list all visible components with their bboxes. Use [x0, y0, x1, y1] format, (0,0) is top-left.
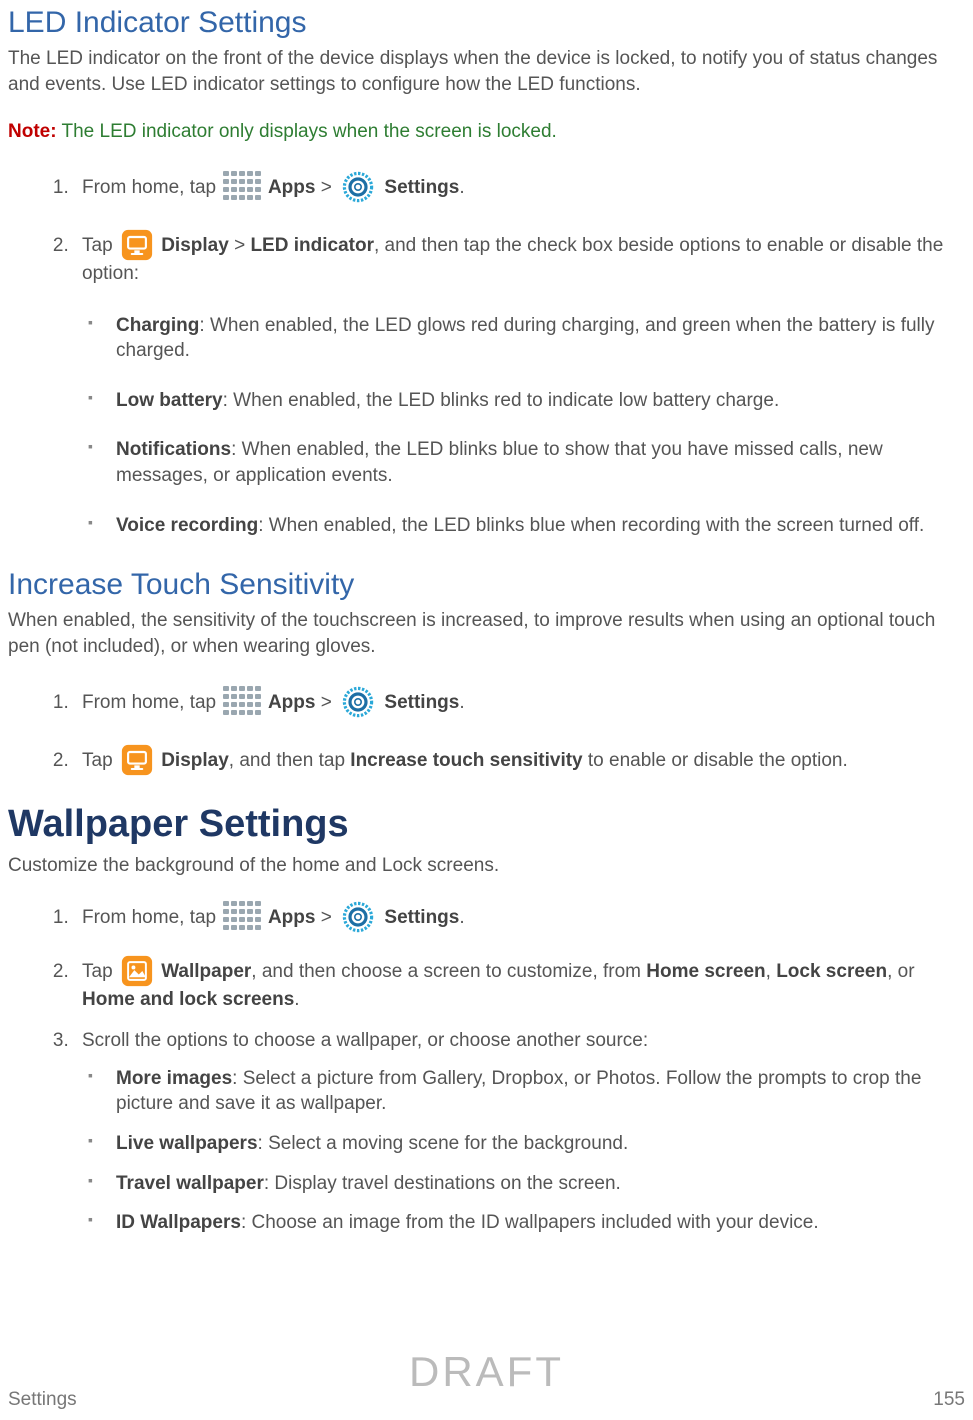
- option-label: Voice recording: [116, 515, 258, 536]
- wallpaper-label: Wallpaper: [156, 961, 251, 982]
- footer-page-number: 155: [933, 1387, 965, 1414]
- list-item: Tap Display > LED indicator, and then ta…: [74, 229, 965, 538]
- text: .: [459, 907, 464, 928]
- heading-wallpaper-settings: Wallpaper Settings: [8, 798, 965, 851]
- list-item: From home, tap Apps > Settings.: [74, 686, 965, 718]
- option-label: Notifications: [116, 439, 231, 460]
- option-desc: : When enabled, the LED glows red during…: [116, 315, 935, 362]
- wallpaper-icon: [120, 955, 154, 987]
- list-item: Tap Wallpaper, and then choose a screen …: [74, 955, 965, 1013]
- option-desc: : When enabled, the LED blinks red to in…: [223, 390, 780, 411]
- text: to enable or disable the option.: [583, 750, 848, 771]
- text: Tap: [82, 750, 118, 771]
- text: .: [294, 989, 299, 1010]
- option-desc: : Select a moving scene for the backgrou…: [258, 1133, 629, 1154]
- text: From home, tap: [82, 177, 221, 198]
- option-label: More images: [116, 1068, 232, 1089]
- home-and-lock-label: Home and lock screens: [82, 989, 294, 1010]
- text: Tap: [82, 235, 118, 256]
- option-desc: : Select a picture from Gallery, Dropbox…: [116, 1068, 921, 1115]
- ordered-list: From home, tap Apps > Settings. Tap Disp…: [54, 171, 965, 538]
- settings-label: Settings: [379, 692, 459, 713]
- list-item: Travel wallpaper: Display travel destina…: [82, 1171, 965, 1197]
- option-label: Live wallpapers: [116, 1133, 258, 1154]
- home-screen-label: Home screen: [646, 961, 765, 982]
- text: ,: [766, 961, 777, 982]
- footer-section-name: Settings: [8, 1387, 77, 1414]
- text: >: [315, 692, 337, 713]
- list-item: From home, tap Apps > Settings.: [74, 171, 965, 203]
- settings-icon: [338, 171, 378, 203]
- list-item: More images: Select a picture from Galle…: [82, 1066, 965, 1117]
- settings-icon: [338, 901, 378, 933]
- apps-icon: [223, 901, 261, 931]
- option-desc: : When enabled, the LED blinks blue to s…: [116, 439, 883, 486]
- option-label: ID Wallpapers: [116, 1212, 241, 1233]
- text: From home, tap: [82, 907, 221, 928]
- text: .: [459, 692, 464, 713]
- list-item: Voice recording: When enabled, the LED b…: [82, 513, 965, 539]
- option-desc: : When enabled, the LED blinks blue when…: [258, 515, 924, 536]
- increase-touch-label: Increase touch sensitivity: [350, 750, 582, 771]
- text: >: [229, 235, 251, 256]
- display-icon: [120, 229, 154, 261]
- text: , or: [887, 961, 914, 982]
- text: , and then choose a screen to customize,…: [251, 961, 646, 982]
- apps-label: Apps: [263, 692, 315, 713]
- display-icon: [120, 744, 154, 776]
- unordered-list: More images: Select a picture from Galle…: [82, 1066, 965, 1236]
- settings-icon: [338, 686, 378, 718]
- lock-screen-label: Lock screen: [776, 961, 887, 982]
- list-item: ID Wallpapers: Choose an image from the …: [82, 1210, 965, 1236]
- text: Scroll the options to choose a wallpaper…: [82, 1030, 648, 1051]
- option-desc: : Display travel destinations on the scr…: [264, 1173, 621, 1194]
- led-indicator-label: LED indicator: [250, 235, 374, 256]
- option-label: Low battery: [116, 390, 223, 411]
- watermark-draft: DRAFT: [0, 1343, 973, 1402]
- unordered-list: Charging: When enabled, the LED glows re…: [82, 313, 965, 539]
- paragraph: The LED indicator on the front of the de…: [8, 46, 965, 97]
- apps-icon: [223, 686, 261, 716]
- paragraph: Customize the background of the home and…: [8, 853, 965, 879]
- note: Note: The LED indicator only displays wh…: [8, 119, 965, 145]
- list-item: Low battery: When enabled, the LED blink…: [82, 388, 965, 414]
- option-label: Charging: [116, 315, 199, 336]
- settings-label: Settings: [379, 177, 459, 198]
- text: .: [459, 177, 464, 198]
- ordered-list: From home, tap Apps > Settings. Tap Wall…: [54, 901, 965, 1236]
- list-item: Live wallpapers: Select a moving scene f…: [82, 1131, 965, 1157]
- apps-label: Apps: [263, 177, 315, 198]
- list-item: From home, tap Apps > Settings.: [74, 901, 965, 933]
- note-label: Note:: [8, 121, 57, 142]
- list-item: Tap Display, and then tap Increase touch…: [74, 744, 965, 776]
- heading-increase-touch-sensitivity: Increase Touch Sensitivity: [8, 564, 965, 606]
- apps-label: Apps: [263, 907, 315, 928]
- list-item: Scroll the options to choose a wallpaper…: [74, 1028, 965, 1236]
- list-item: Charging: When enabled, the LED glows re…: [82, 313, 965, 364]
- ordered-list: From home, tap Apps > Settings. Tap Disp…: [54, 686, 965, 776]
- text: Tap: [82, 961, 118, 982]
- text: From home, tap: [82, 692, 221, 713]
- display-label: Display: [156, 750, 229, 771]
- paragraph: When enabled, the sensitivity of the tou…: [8, 608, 965, 659]
- list-item: Notifications: When enabled, the LED bli…: [82, 437, 965, 488]
- text: , and then tap: [229, 750, 351, 771]
- option-desc: : Choose an image from the ID wallpapers…: [241, 1212, 819, 1233]
- apps-icon: [223, 171, 261, 201]
- text: >: [315, 907, 337, 928]
- option-label: Travel wallpaper: [116, 1173, 264, 1194]
- settings-label: Settings: [379, 907, 459, 928]
- text: >: [315, 177, 337, 198]
- heading-led-indicator-settings: LED Indicator Settings: [8, 2, 965, 44]
- note-text: The LED indicator only displays when the…: [57, 121, 557, 142]
- display-label: Display: [156, 235, 229, 256]
